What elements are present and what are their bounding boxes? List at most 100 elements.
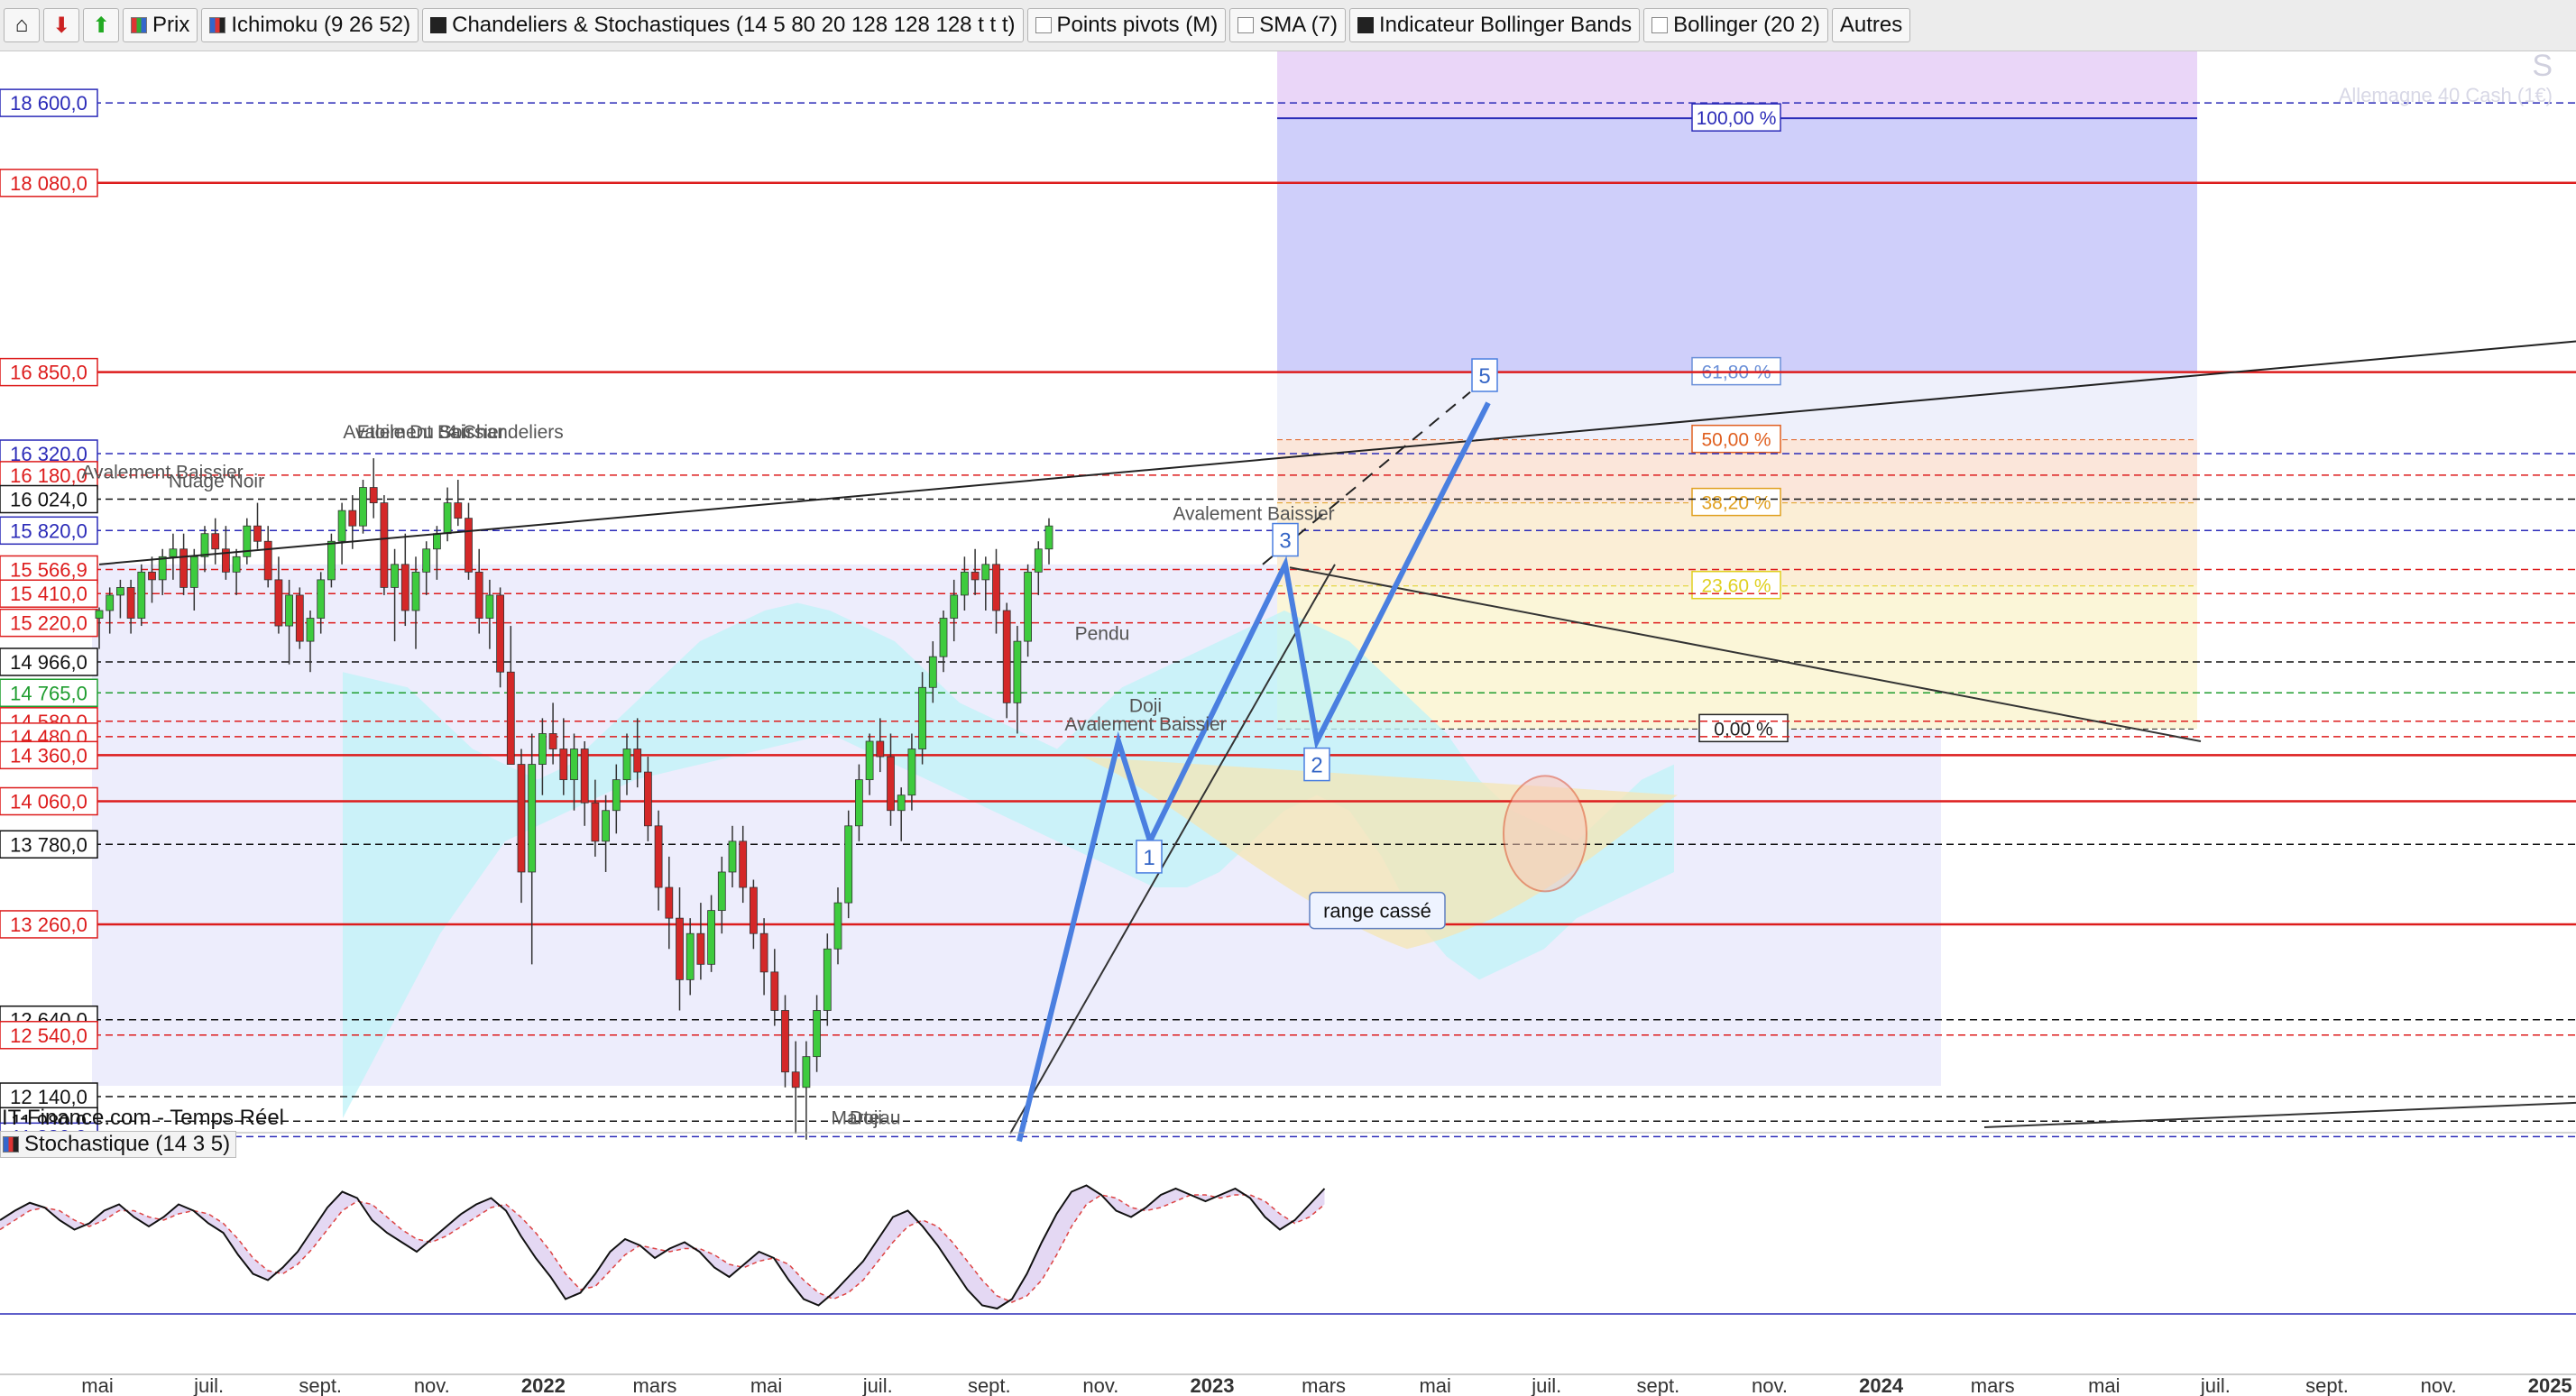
toolbar-button-5[interactable]: Indicateur Bollinger Bands bbox=[1348, 8, 1641, 42]
candle-body-33 bbox=[443, 502, 452, 535]
toolbar-checkbox-0[interactable] bbox=[131, 17, 147, 33]
toolbar-button-4[interactable]: SMA (7) bbox=[1229, 8, 1346, 42]
candle-body-17 bbox=[274, 579, 283, 627]
candle-body-32 bbox=[432, 533, 441, 550]
x-tick-8: sept. bbox=[968, 1374, 1011, 1396]
stochastic-panel-label[interactable]: Stochastique (14 3 5) bbox=[0, 1131, 237, 1158]
candle-body-19 bbox=[295, 594, 304, 642]
download-icon[interactable]: ⬇ bbox=[43, 8, 79, 42]
candle-body-79 bbox=[928, 656, 937, 688]
candle-body-64 bbox=[770, 971, 779, 1011]
candle-body-49 bbox=[612, 779, 621, 812]
candle-body-41 bbox=[528, 764, 537, 873]
level-label-17: 13 260,0 bbox=[10, 914, 87, 936]
candle-body-18 bbox=[285, 594, 294, 627]
candle-body-78 bbox=[918, 686, 926, 749]
toolbar-checkbox-5[interactable] bbox=[1357, 17, 1374, 33]
stochastic-checkbox[interactable] bbox=[3, 1136, 19, 1153]
x-tick-6: mai bbox=[750, 1374, 782, 1396]
candle-body-85 bbox=[992, 564, 1000, 611]
candle-body-51 bbox=[633, 749, 642, 773]
toolbar-button-0[interactable]: Prix bbox=[123, 8, 198, 42]
candle-body-43 bbox=[548, 733, 557, 749]
upload-icon[interactable]: ⬆ bbox=[83, 8, 119, 42]
candle-body-35 bbox=[465, 518, 473, 573]
candle-body-21 bbox=[317, 579, 326, 619]
toolbar-checkbox-1[interactable] bbox=[209, 17, 226, 33]
level-label-10: 14 966,0 bbox=[10, 651, 87, 674]
candle-body-57 bbox=[696, 932, 705, 965]
toolbar-button-2[interactable]: Chandeliers & Stochastiques (14 5 80 20 … bbox=[422, 8, 1024, 42]
candle-body-38 bbox=[496, 594, 504, 673]
x-tick-9: nov. bbox=[1082, 1374, 1118, 1396]
toolbar-checkbox-3[interactable] bbox=[1035, 17, 1052, 33]
candle-body-39 bbox=[506, 671, 515, 765]
candle-body-6 bbox=[158, 556, 167, 581]
level-label-0: 18 600,0 bbox=[10, 92, 87, 115]
toolbar-label-6: Bollinger (20 2) bbox=[1673, 13, 1820, 37]
candle-body-2 bbox=[115, 587, 124, 596]
candle-body-52 bbox=[644, 771, 652, 827]
level-label-1: 18 080,0 bbox=[10, 172, 87, 195]
candle-body-23 bbox=[337, 510, 346, 542]
level-label-6: 15 820,0 bbox=[10, 519, 87, 542]
candle-body-22 bbox=[327, 540, 336, 581]
level-label-9: 15 220,0 bbox=[10, 612, 87, 635]
candle-body-47 bbox=[591, 802, 600, 842]
candle-body-80 bbox=[939, 618, 948, 657]
indicator-toolbar: ⌂ ⬇ ⬆ Prix Ichimoku (9 26 52) Chandeliers … bbox=[0, 0, 2576, 51]
pattern-label-4: Avalement Baissier bbox=[81, 462, 243, 482]
toolbar-label-5: Indicateur Bollinger Bands bbox=[1378, 13, 1633, 37]
candle-body-24 bbox=[348, 510, 357, 527]
x-tick-11: mars bbox=[1302, 1374, 1346, 1396]
price-chart[interactable]: 100,00 %61,80 %50,00 %38,20 %23,60 %0,00… bbox=[0, 0, 2576, 1396]
candle-body-56 bbox=[685, 932, 695, 980]
candle-body-31 bbox=[422, 548, 431, 573]
candle-22 bbox=[327, 533, 336, 588]
candle-body-0 bbox=[95, 610, 104, 619]
candle-body-4 bbox=[137, 571, 146, 619]
candle-body-13 bbox=[232, 556, 241, 573]
toolbar-button-3[interactable]: Points pivots (M) bbox=[1026, 8, 1227, 42]
candle-body-50 bbox=[622, 749, 631, 781]
toolbar-button-7[interactable]: Autres bbox=[1831, 8, 1911, 42]
candle-body-34 bbox=[454, 502, 463, 519]
pattern-label-6: Pendu bbox=[1075, 623, 1130, 644]
toolbar-button-6[interactable]: Bollinger (20 2) bbox=[1643, 8, 1828, 42]
toolbar-checkbox-2[interactable] bbox=[430, 17, 447, 33]
range-label: range cassé bbox=[1323, 900, 1431, 923]
x-tick-4: 2022 bbox=[521, 1374, 566, 1396]
candle-body-89 bbox=[1034, 548, 1043, 573]
fib-zone-0 bbox=[1277, 118, 2197, 372]
candle-body-73 bbox=[865, 740, 874, 781]
home-icon[interactable]: ⌂ bbox=[4, 8, 40, 42]
toolbar-button-1[interactable]: Ichimoku (9 26 52) bbox=[201, 8, 419, 42]
candle-body-37 bbox=[485, 594, 494, 619]
candle-body-30 bbox=[411, 571, 420, 611]
x-tick-22: 2025 bbox=[2528, 1374, 2572, 1396]
x-tick-13: juil. bbox=[1531, 1374, 1561, 1396]
fib-label-3: 38,20 % bbox=[1701, 493, 1771, 514]
candle-body-86 bbox=[1002, 610, 1011, 703]
toolbar-label-1: Ichimoku (9 26 52) bbox=[231, 13, 411, 37]
toolbar-label-2: Chandeliers & Stochastiques (14 5 80 20 … bbox=[452, 13, 1016, 37]
candle-body-54 bbox=[665, 886, 674, 919]
pattern-label-8: Avalement Baissier bbox=[1064, 714, 1226, 735]
x-tick-2: sept. bbox=[299, 1374, 342, 1396]
candle-body-42 bbox=[538, 733, 547, 765]
toolbar-checkbox-4[interactable] bbox=[1237, 17, 1255, 33]
wave-label-2: 3 bbox=[1279, 529, 1291, 554]
x-tick-1: juil. bbox=[193, 1374, 224, 1396]
wave-label-0: 1 bbox=[1143, 846, 1155, 870]
candle-4 bbox=[137, 564, 146, 627]
toolbar-checkbox-6[interactable] bbox=[1651, 17, 1669, 33]
pattern-label-10: Doji bbox=[850, 1108, 882, 1129]
candle-body-90 bbox=[1044, 525, 1053, 550]
pattern-label-5: Avalement Baissier bbox=[1173, 503, 1334, 524]
toolbar-label-4: SMA (7) bbox=[1259, 13, 1338, 37]
level-label-14: 14 360,0 bbox=[10, 744, 87, 767]
candle-body-87 bbox=[1013, 640, 1022, 703]
candle-body-15 bbox=[253, 525, 262, 542]
x-tick-7: juil. bbox=[862, 1374, 893, 1396]
wave-label-3: 5 bbox=[1478, 364, 1490, 389]
